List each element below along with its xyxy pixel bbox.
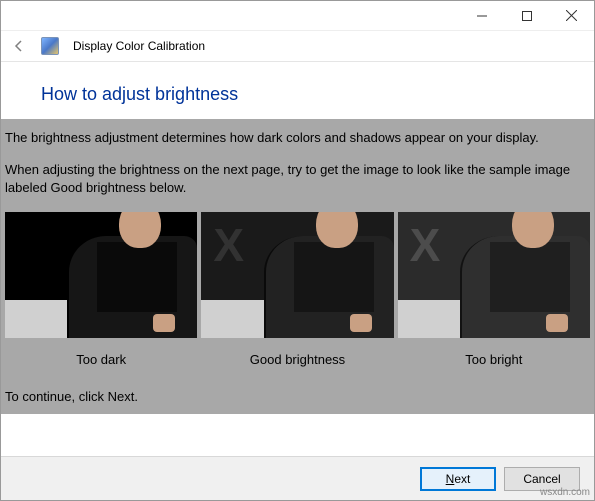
page-heading: How to adjust brightness <box>41 84 594 105</box>
para-1: The brightness adjustment determines how… <box>1 129 594 147</box>
example-image: X <box>201 212 393 338</box>
footer: Next Cancel <box>1 456 594 500</box>
window: Display Color Calibration How to adjust … <box>0 0 595 501</box>
example-too-dark: Too dark <box>5 212 197 367</box>
next-button[interactable]: Next <box>420 467 496 491</box>
example-caption: Too dark <box>5 338 197 367</box>
close-button[interactable] <box>549 1 594 30</box>
example-image: X <box>398 212 590 338</box>
instruction-area: The brightness adjustment determines how… <box>1 119 594 414</box>
para-2: When adjusting the brightness on the nex… <box>1 161 594 197</box>
watermark: wsxdn.com <box>540 487 590 498</box>
app-title: Display Color Calibration <box>73 39 205 53</box>
back-arrow-icon[interactable] <box>11 38 27 54</box>
minimize-button[interactable] <box>459 1 504 30</box>
content: How to adjust brightness The brightness … <box>1 62 594 456</box>
maximize-button[interactable] <box>504 1 549 30</box>
example-image <box>5 212 197 338</box>
continue-text: To continue, click Next. <box>1 389 594 404</box>
content-top: How to adjust brightness <box>1 62 594 119</box>
titlebar <box>1 1 594 31</box>
app-icon <box>41 37 59 55</box>
next-rest: ext <box>454 472 470 486</box>
example-too-bright: X Too bright <box>398 212 590 367</box>
example-caption: Too bright <box>398 338 590 367</box>
examples-row: Too dark X Good brightness X Too bright <box>1 212 594 367</box>
header: Display Color Calibration <box>1 31 594 62</box>
example-caption: Good brightness <box>201 338 393 367</box>
example-good: X Good brightness <box>201 212 393 367</box>
